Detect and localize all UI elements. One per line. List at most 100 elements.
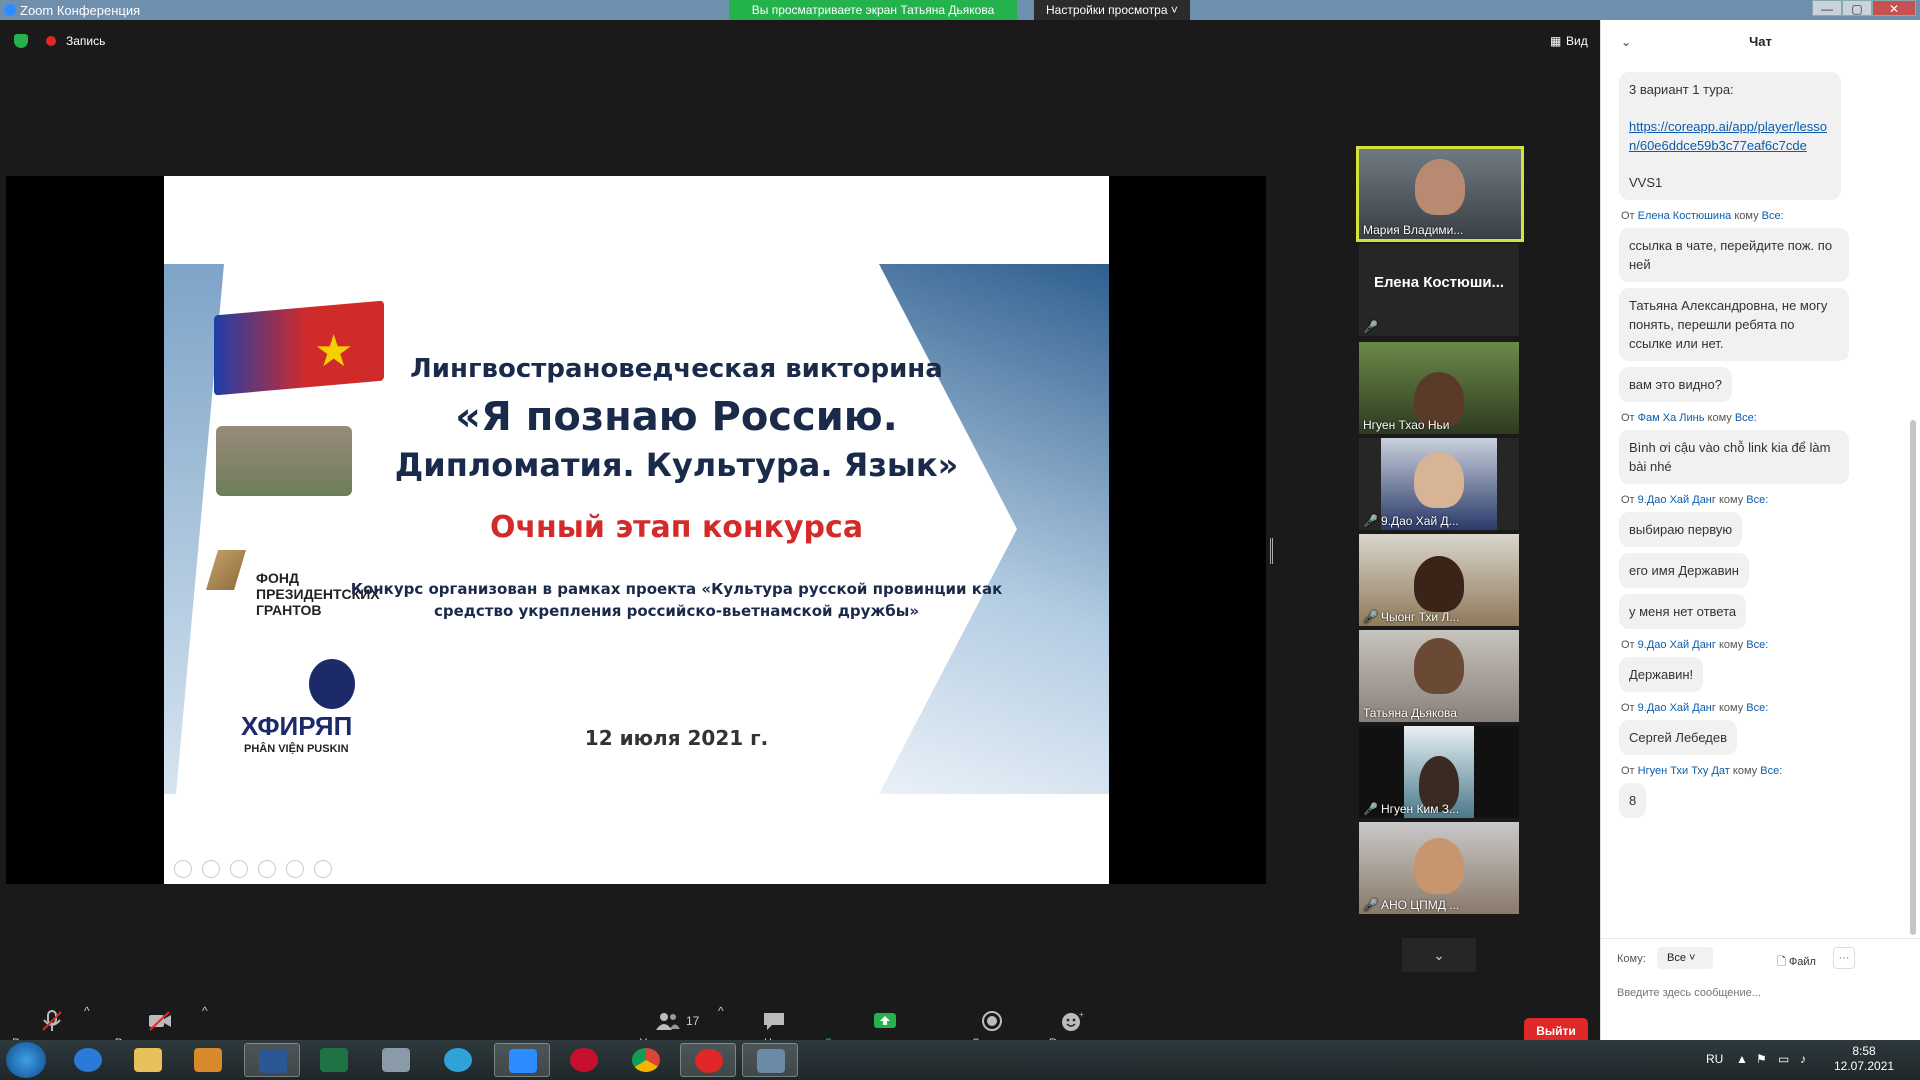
participant-name: Елена Костюши... xyxy=(1373,274,1505,291)
chat-scrollbar[interactable] xyxy=(1910,420,1916,935)
muted-mic-icon: 🎤 xyxy=(1363,610,1378,624)
file-icon: 🗋 xyxy=(1777,956,1789,968)
media-player-icon xyxy=(194,1048,222,1072)
participant-tile[interactable]: 🎤 Чыонг Тхи Л... xyxy=(1359,534,1519,626)
chat-icon xyxy=(764,1013,784,1030)
yandex-browser-icon xyxy=(695,1049,723,1073)
calculator-icon xyxy=(382,1048,410,1072)
chevron-down-icon[interactable]: ⌄ xyxy=(1621,20,1631,64)
participant-tile[interactable]: Елена Костюши... 🎤 xyxy=(1359,244,1519,336)
next-slide-icon[interactable] xyxy=(202,860,220,878)
participant-tile[interactable]: Нгуен Тхао Ньи xyxy=(1359,342,1519,434)
zoom-app-icon xyxy=(4,4,16,16)
view-button[interactable]: Вид xyxy=(1566,34,1588,48)
maximize-button[interactable]: ▢ xyxy=(1842,0,1872,16)
security-shield-icon[interactable] xyxy=(14,34,28,48)
participant-tile[interactable]: 🎤 АНО ЦПМД ... xyxy=(1359,822,1519,914)
action-center-flag-icon[interactable]: ⚑ xyxy=(1756,1052,1767,1066)
chat-recipient: Все: xyxy=(1760,765,1783,777)
muted-mic-icon: 🎤 xyxy=(1363,898,1378,912)
word-icon xyxy=(259,1049,287,1073)
more-options-button[interactable]: ··· xyxy=(1833,947,1855,969)
participants-options-caret[interactable]: ^ xyxy=(718,1004,724,1018)
chat-footer: Кому: Все ˅ 🗋 Файл ··· xyxy=(1601,938,1920,1028)
chat-sender-name[interactable]: Елена Костюшина xyxy=(1638,210,1732,222)
participant-tile[interactable]: Мария Владими... xyxy=(1356,146,1524,242)
chat-message: выбираю первую xyxy=(1619,512,1743,547)
network-icon[interactable]: ▭ xyxy=(1778,1052,1789,1066)
view-settings-button[interactable]: Настройки просмотра ˅ xyxy=(1034,0,1190,20)
participant-name: Мария Владими... xyxy=(1363,223,1464,237)
slide-title-line1: Лингвострановедческая викторина xyxy=(410,354,943,384)
taskbar-word[interactable] xyxy=(244,1043,300,1077)
clock-date: 12.07.2021 xyxy=(1834,1059,1895,1073)
taskbar-yandex[interactable] xyxy=(680,1043,736,1077)
chat-sender-name[interactable]: 9.Дао Хай Данг xyxy=(1638,494,1716,506)
recipient-select[interactable]: Все ˅ xyxy=(1657,947,1713,969)
pushkin-portrait-icon xyxy=(309,659,355,709)
taskbar-explorer[interactable] xyxy=(120,1043,176,1077)
language-indicator[interactable]: RU xyxy=(1706,1052,1723,1066)
system-clock[interactable]: 8:58 12.07.2021 xyxy=(1834,1044,1894,1074)
presentation-slide: ★ ФОНД ПРЕЗИДЕНТСКИХ ГРАНТОВ ХФИРЯП PHÂN… xyxy=(164,176,1109,884)
pen-icon[interactable] xyxy=(230,860,248,878)
window-title: Zoom Конференция xyxy=(20,3,141,18)
split-handle[interactable] xyxy=(1270,538,1273,564)
taskbar-zoom[interactable] xyxy=(494,1043,550,1077)
chat-message-input[interactable] xyxy=(1617,981,1903,1005)
tray-expand-icon[interactable]: ▲ xyxy=(1736,1052,1748,1066)
taskbar-chrome[interactable] xyxy=(618,1043,674,1077)
minimize-button[interactable]: — xyxy=(1812,0,1842,16)
grid-view-icon[interactable]: ▦ xyxy=(1550,34,1561,48)
reactions-icon: + xyxy=(1062,1010,1084,1031)
chevron-down-icon[interactable]: ⌄ xyxy=(1402,938,1476,972)
muted-mic-icon: 🎤 xyxy=(1363,320,1378,334)
chat-sender-name[interactable]: Фам Ха Линь xyxy=(1638,412,1705,424)
participant-name: АНО ЦПМД ... xyxy=(1380,898,1460,912)
chat-recipient: Все: xyxy=(1761,210,1784,222)
volume-icon[interactable]: ♪ xyxy=(1800,1052,1806,1066)
participants-count: 17 xyxy=(686,1014,700,1028)
taskbar-ie[interactable] xyxy=(60,1043,116,1077)
file-button[interactable]: 🗋 Файл xyxy=(1777,953,1816,972)
slide-date: 12 июля 2021 г. xyxy=(584,726,769,750)
participant-video xyxy=(1414,838,1464,894)
clock-time: 8:58 xyxy=(1852,1044,1876,1058)
prev-slide-icon[interactable] xyxy=(174,860,192,878)
participant-tile[interactable]: 🎤 9.Дао Хай Д... xyxy=(1359,438,1519,530)
chat-panel: ⌄ Чат 3 вариант 1 тура: https://coreapp.… xyxy=(1600,20,1920,1040)
grid-icon[interactable] xyxy=(258,860,276,878)
recording-label: Запись xyxy=(66,34,106,48)
chat-sender-name[interactable]: 9.Дао Хай Данг xyxy=(1638,639,1716,651)
video-options-caret[interactable]: ^ xyxy=(202,1004,208,1018)
scissors-icon xyxy=(757,1049,785,1073)
chat-message: Татьяна Александровна, не могу понять, п… xyxy=(1619,288,1849,361)
chat-sender-name[interactable]: 9.Дао Хай Данг xyxy=(1638,702,1716,714)
taskbar-media[interactable] xyxy=(180,1043,236,1077)
close-button[interactable]: ✕ xyxy=(1872,0,1916,16)
chat-message: 8 xyxy=(1619,783,1647,818)
muted-mic-icon: 🎤 xyxy=(1363,514,1378,528)
slide-stage: Очный этап конкурса xyxy=(489,510,864,545)
chat-sender-line: От Елена Костюшина кому Все: xyxy=(1621,210,1784,222)
taskbar-app-red[interactable] xyxy=(556,1043,612,1077)
start-button[interactable] xyxy=(6,1042,46,1078)
chat-sender-line: От 9.Дао Хай Данг кому Все: xyxy=(1621,494,1769,506)
audio-options-caret[interactable]: ^ xyxy=(84,1004,90,1018)
taskbar-telegram[interactable] xyxy=(430,1043,486,1077)
windows-taskbar: RU ▲ ⚑ ▭ ♪ 8:58 12.07.2021 xyxy=(0,1040,1920,1080)
taskbar-snipping-tool[interactable] xyxy=(742,1043,798,1077)
taskbar-excel[interactable] xyxy=(306,1043,362,1077)
chat-sender-name[interactable]: Нгуен Тхи Тху Дат xyxy=(1638,765,1730,777)
zoom-icon[interactable] xyxy=(286,860,304,878)
more-icon[interactable] xyxy=(314,860,332,878)
participant-tile[interactable]: 🎤 Нгуен Ким З... xyxy=(1359,726,1519,818)
chat-title: Чат xyxy=(1749,34,1772,49)
muted-mic-icon: 🎤 xyxy=(1363,802,1378,816)
taskbar-calculator[interactable] xyxy=(368,1043,424,1077)
chat-link[interactable]: https://coreapp.ai/app/player/lesson/60e… xyxy=(1629,119,1827,153)
participant-name: Нгуен Ким З... xyxy=(1380,802,1460,816)
muted-mic-icon xyxy=(42,1010,62,1031)
record-icon xyxy=(982,1011,1002,1031)
participant-tile[interactable]: Татьяна Дьякова xyxy=(1359,630,1519,722)
